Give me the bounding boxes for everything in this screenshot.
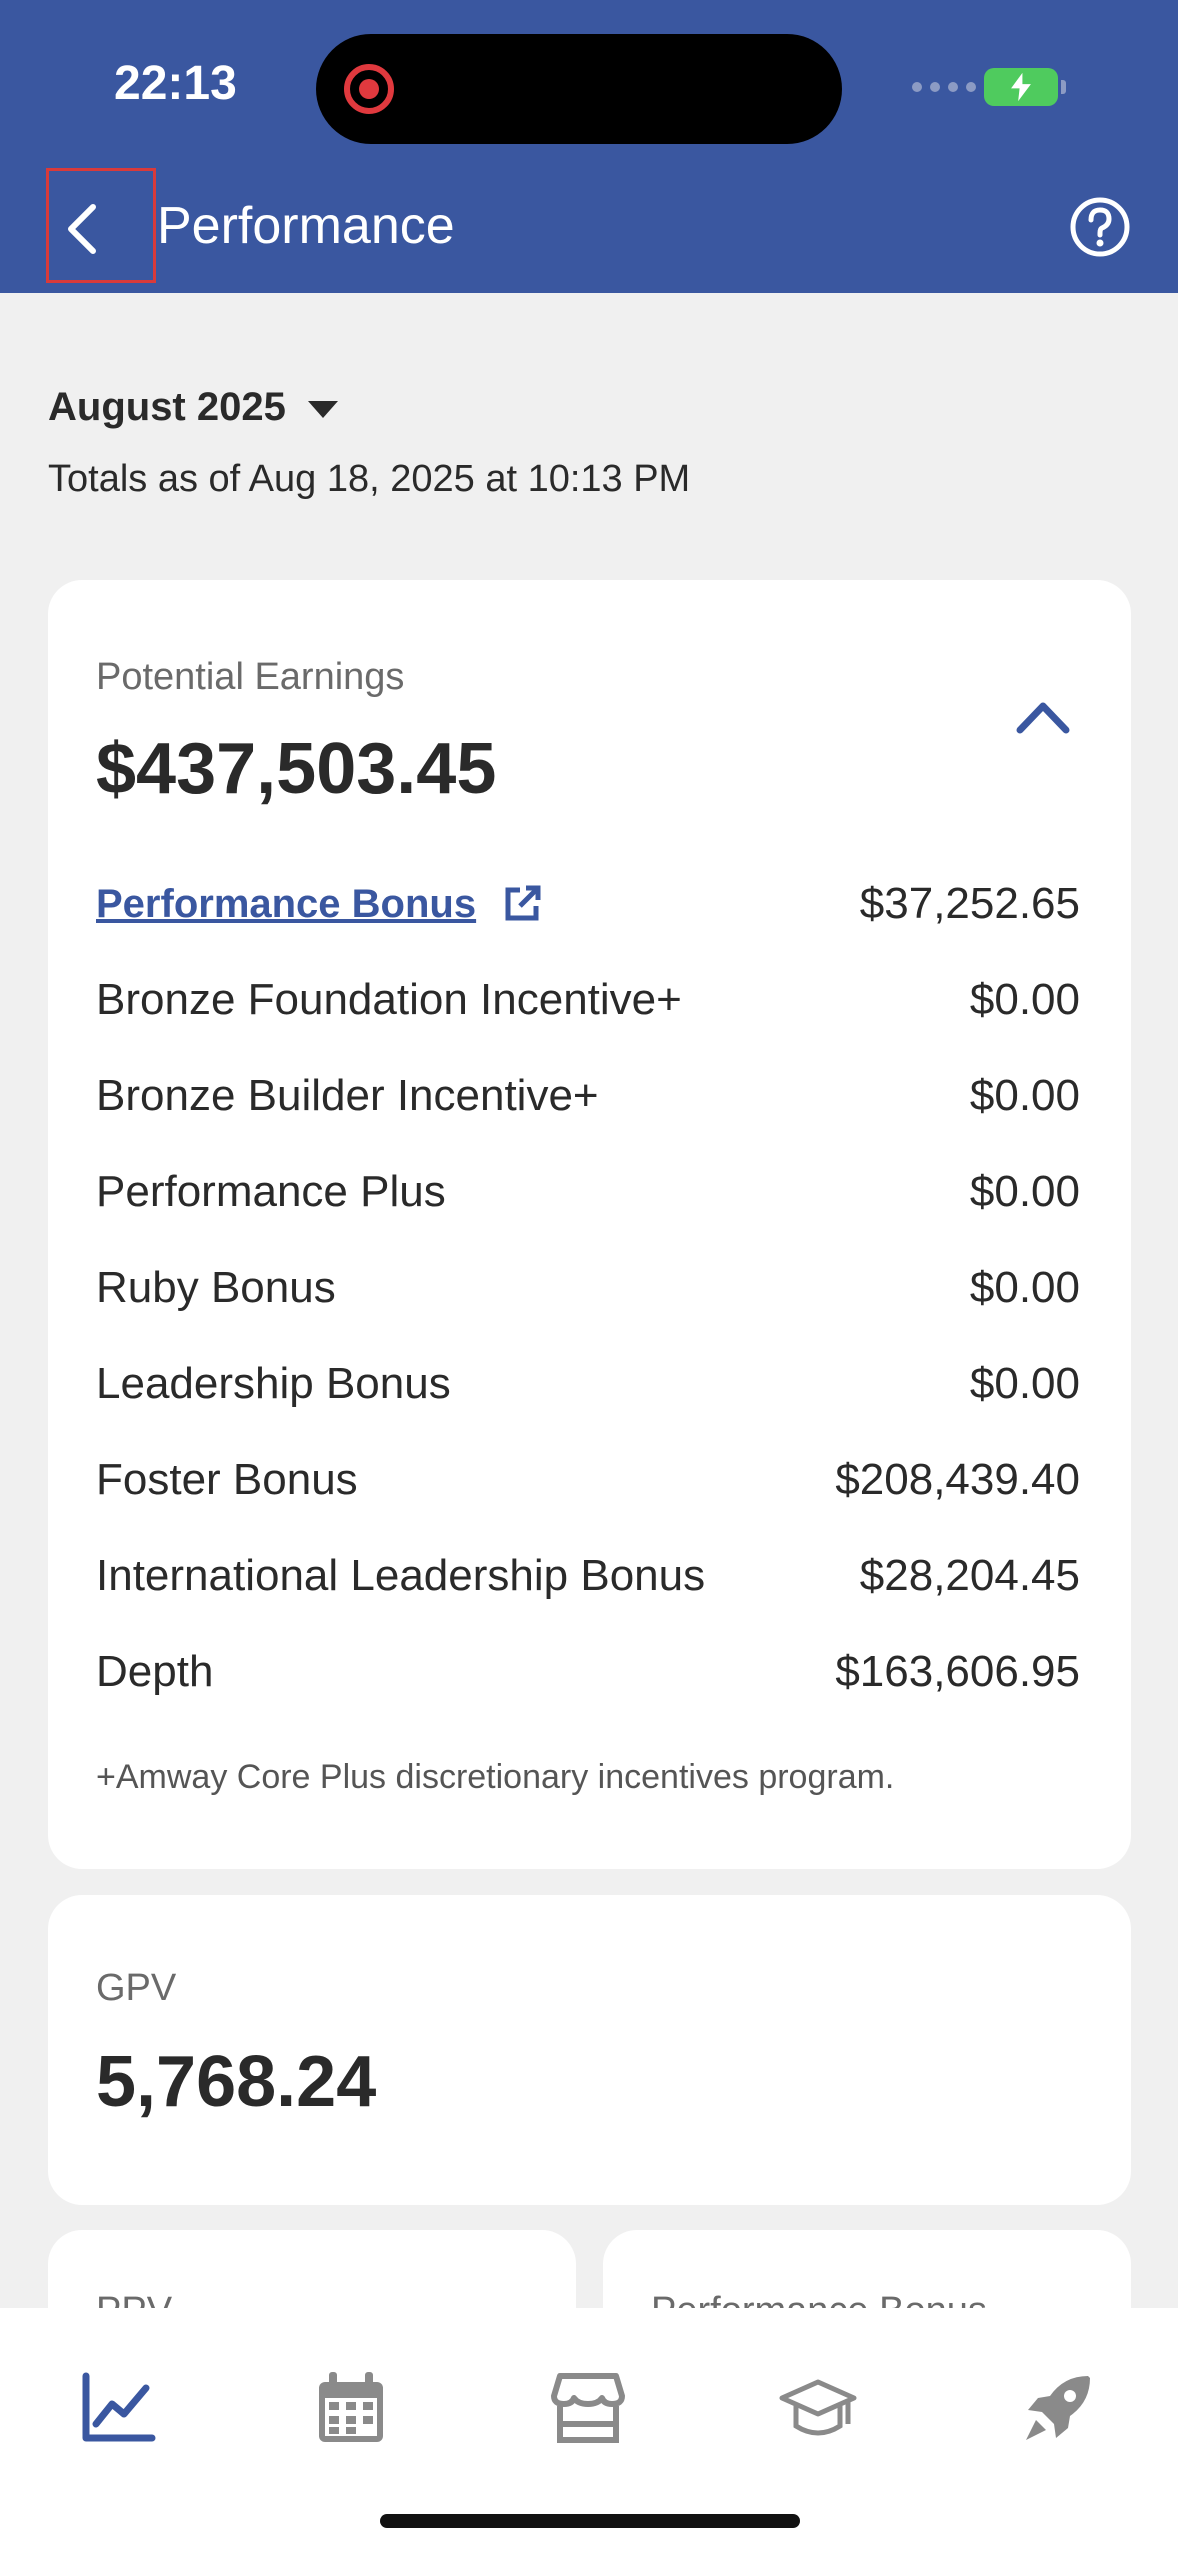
bonus-label: Bronze Foundation Incentive+ (96, 975, 682, 1024)
bonus-label: Leadership Bonus (96, 1359, 451, 1408)
battery-icon (984, 68, 1066, 106)
totals-timestamp: Totals as of Aug 18, 2025 at 10:13 PM (48, 458, 691, 500)
bonus-value: $0.00 (969, 975, 1080, 1024)
bonus-value: $163,606.95 (835, 1647, 1080, 1696)
bonus-row: Bronze Foundation Incentive+ $0.00 (96, 972, 1080, 1028)
bonus-value: $208,439.40 (835, 1455, 1080, 1504)
external-link-icon (505, 885, 541, 921)
graduation-cap-icon[interactable] (778, 2368, 858, 2448)
status-time: 22:13 (114, 57, 237, 110)
potential-earnings-label: Potential Earnings (96, 656, 405, 698)
chevron-up-icon[interactable] (1008, 692, 1078, 742)
bonus-row: Performance Plus $0.00 (96, 1164, 1080, 1220)
performance-bonus-row: Performance Bonus $37,252.65 (96, 876, 1080, 932)
signal-icon (912, 82, 976, 92)
bonus-row: Depth $163,606.95 (96, 1644, 1080, 1700)
page-title: Performance (157, 197, 455, 255)
bonus-label: Depth (96, 1647, 214, 1696)
bonus-label: Performance Plus (96, 1167, 446, 1216)
bonus-label: Foster Bonus (96, 1455, 358, 1504)
dynamic-island (316, 34, 842, 144)
month-label: August 2025 (48, 385, 286, 429)
bonus-row: Bronze Builder Incentive+ $0.00 (96, 1068, 1080, 1124)
bonus-row: Foster Bonus $208,439.40 (96, 1452, 1080, 1508)
month-selector[interactable]: August 2025 (48, 385, 338, 430)
bonus-value: $0.00 (969, 1167, 1080, 1216)
store-icon[interactable] (548, 2368, 628, 2448)
bonus-row: Ruby Bonus $0.00 (96, 1260, 1080, 1316)
bonus-label: International Leadership Bonus (96, 1551, 706, 1600)
home-indicator (380, 2514, 800, 2528)
bonus-row: Leadership Bonus $0.00 (96, 1356, 1080, 1412)
back-button[interactable] (46, 168, 156, 283)
app-header: 22:13 Performance (0, 0, 1178, 293)
gpv-value: 5,768.24 (96, 2042, 377, 2122)
bonus-row: International Leadership Bonus $28,204.4… (96, 1548, 1080, 1604)
performance-bonus-value: $37,252.65 (859, 879, 1080, 928)
gpv-label: GPV (96, 1967, 177, 2009)
bonus-value: $28,204.45 (859, 1551, 1080, 1600)
potential-earnings-total: $437,503.45 (96, 729, 497, 809)
calendar-icon[interactable] (311, 2368, 391, 2448)
bonus-value: $0.00 (969, 1263, 1080, 1312)
bonus-label: Ruby Bonus (96, 1263, 336, 1312)
performance-bonus-link-label: Performance Bonus (96, 881, 477, 926)
chart-line-icon[interactable] (78, 2368, 158, 2448)
rocket-icon[interactable] (1018, 2368, 1098, 2448)
bonus-label: Bronze Builder Incentive+ (96, 1071, 599, 1120)
bonus-value: $0.00 (969, 1359, 1080, 1408)
gpv-card[interactable]: GPV 5,768.24 (48, 1895, 1131, 2205)
recording-icon (344, 64, 394, 114)
caret-down-icon (307, 401, 338, 418)
performance-bonus-link[interactable]: Performance Bonus (96, 882, 544, 927)
footnote: +Amway Core Plus discretionary incentive… (96, 1758, 895, 1796)
bonus-value: $0.00 (969, 1071, 1080, 1120)
chevron-left-icon (68, 204, 96, 254)
potential-earnings-card: Potential Earnings $437,503.45 Performan… (48, 580, 1131, 1869)
help-icon[interactable] (1069, 196, 1131, 258)
